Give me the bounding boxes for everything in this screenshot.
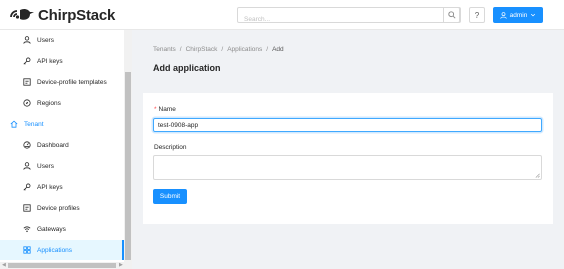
sidebar-item-regions[interactable]: Regions <box>0 93 124 113</box>
name-label: * Name <box>154 106 176 113</box>
key-icon <box>22 183 31 192</box>
breadcrumb-add: Add <box>272 46 284 53</box>
user-icon <box>499 11 507 19</box>
page-title: Add application <box>153 63 221 73</box>
breadcrumb-chirpstack[interactable]: ChirpStack <box>186 46 218 53</box>
top-header: ChirpStack ? admin <box>0 0 564 30</box>
profile-icon <box>22 78 31 87</box>
sidebar-item-label: Regions <box>37 99 61 107</box>
submit-label: Submit <box>159 193 181 200</box>
sidebar-menu: Users API keys Device-profile templates … <box>0 30 132 269</box>
sidebar-item-tenant[interactable]: Tenant <box>0 114 124 134</box>
sidebar-item-label: Device-profile templates <box>37 78 107 86</box>
breadcrumb-separator: / <box>266 46 269 53</box>
sidebar-item-label: Users <box>37 162 54 170</box>
sidebar-item-label: Dashboard <box>37 141 69 149</box>
required-mark: * <box>154 106 157 113</box>
submit-button[interactable]: Submit <box>153 189 187 204</box>
name-input-value: test-0908-app <box>158 121 199 129</box>
sidebar-item-gateways[interactable]: Gateways <box>0 219 124 239</box>
home-icon <box>9 120 18 129</box>
user-name: admin <box>509 11 528 19</box>
scroll-right-arrow-icon[interactable]: ▶ <box>119 262 123 269</box>
help-label: ? <box>474 10 480 20</box>
breadcrumb: Tenants / ChirpStack / Applications / Ad… <box>153 46 284 53</box>
logo-text: ChirpStack <box>38 6 116 24</box>
user-icon <box>22 162 31 171</box>
chevron-down-icon <box>531 13 536 17</box>
profile-icon <box>22 204 31 213</box>
sidebar-item-users[interactable]: Users <box>0 30 124 50</box>
dashboard-icon <box>22 141 31 150</box>
help-button[interactable]: ? <box>469 7 485 23</box>
sidebar-item-label: API keys <box>37 57 63 65</box>
description-label: Description <box>154 144 187 151</box>
app-icon <box>22 246 31 255</box>
compass-icon <box>22 99 31 108</box>
sidebar-item-applications[interactable]: Applications <box>0 240 124 260</box>
key-icon <box>22 57 31 66</box>
sidebar-scroll-thumb[interactable] <box>125 72 131 260</box>
sidebar-item-device-profile-templates[interactable]: Device-profile templates <box>0 72 124 92</box>
breadcrumb-applications[interactable]: Applications <box>227 46 262 53</box>
scroll-left-arrow-icon[interactable]: ◀ <box>2 262 6 269</box>
user-icon <box>22 36 31 45</box>
name-input[interactable]: test-0908-app <box>153 118 542 132</box>
search-box <box>237 7 461 27</box>
breadcrumb-separator: / <box>221 46 224 53</box>
name-label-text: Name <box>158 106 176 113</box>
application-form-card: * Name test-0908-app Description Submit <box>143 93 553 224</box>
search-input[interactable] <box>238 12 428 27</box>
sidebar-item-dashboard[interactable]: Dashboard <box>0 135 124 155</box>
sidebar-item-api-keys[interactable]: API keys <box>0 51 124 71</box>
sidebar-item-tenant-users[interactable]: Users <box>0 156 124 176</box>
sidebar-item-label: Device profiles <box>37 204 80 212</box>
sidebar-horizontal-scroll-thumb[interactable] <box>8 263 116 268</box>
wifi-icon <box>22 225 31 234</box>
sidebar-item-label: Users <box>37 36 54 44</box>
sidebar-item-tenant-api-keys[interactable]: API keys <box>0 177 124 197</box>
description-textarea[interactable] <box>153 155 542 180</box>
sidebar-item-label: Applications <box>37 246 73 254</box>
search-button[interactable] <box>443 7 460 23</box>
chirpstack-logo-icon <box>10 8 34 20</box>
search-icon <box>447 11 456 19</box>
sidebar-item-label: Tenant <box>24 120 44 128</box>
breadcrumb-separator: / <box>179 46 182 53</box>
sidebar-item-device-profiles[interactable]: Device profiles <box>0 198 124 218</box>
sidebar-item-label: Gateways <box>37 225 66 233</box>
sidebar-item-label: API keys <box>37 183 63 191</box>
breadcrumb-tenants[interactable]: Tenants <box>153 46 176 53</box>
chirpstack-logo[interactable]: ChirpStack <box>8 6 115 24</box>
resize-handle-icon[interactable] <box>535 173 540 178</box>
user-menu-button[interactable]: admin <box>493 7 543 23</box>
